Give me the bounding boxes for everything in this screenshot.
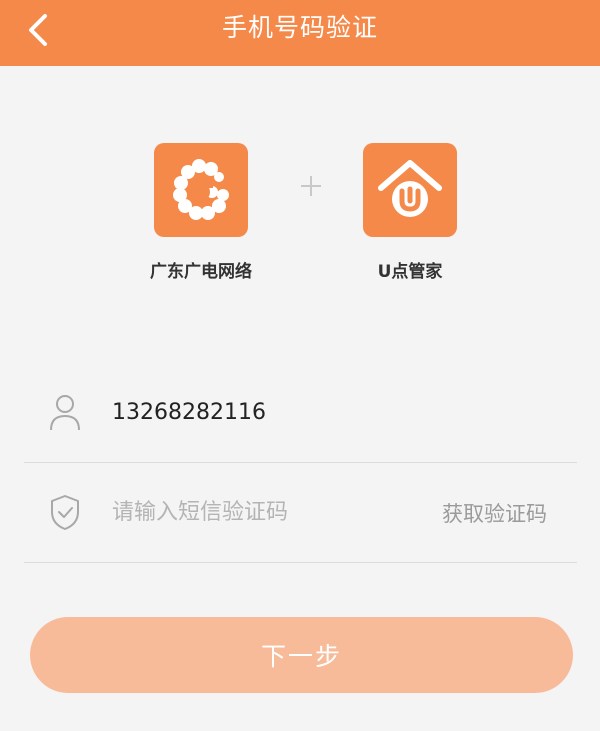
shield-check-icon [51, 495, 79, 530]
plus-icon [301, 176, 321, 196]
app-name-gd-cable: 广东广电网络 [150, 262, 252, 282]
header-bar: 手机号码验证 [0, 0, 600, 66]
sms-code-input[interactable] [112, 496, 412, 528]
phone-input[interactable] [112, 396, 412, 428]
app-name-u-manager: U点管家 [377, 262, 443, 282]
app-icon-u-manager [363, 143, 457, 237]
page-title: 手机号码验证 [221, 13, 378, 42]
get-code-button[interactable]: 获取验证码 [442, 498, 547, 528]
next-step-button[interactable]: 下一步 [30, 617, 573, 693]
app-icon-gd-cable [154, 143, 248, 237]
app-link-logos: 广东广电网络 U点管家 [0, 143, 600, 293]
app-block-u-manager: U点管家 [340, 143, 480, 282]
sms-code-row: 获取验证码 [24, 462, 577, 563]
g-logo-icon [173, 159, 229, 220]
user-icon [50, 395, 80, 431]
app-block-gd-cable: 广东广电网络 [131, 143, 271, 282]
phone-row [24, 362, 577, 463]
house-u-logo-icon [378, 160, 442, 217]
